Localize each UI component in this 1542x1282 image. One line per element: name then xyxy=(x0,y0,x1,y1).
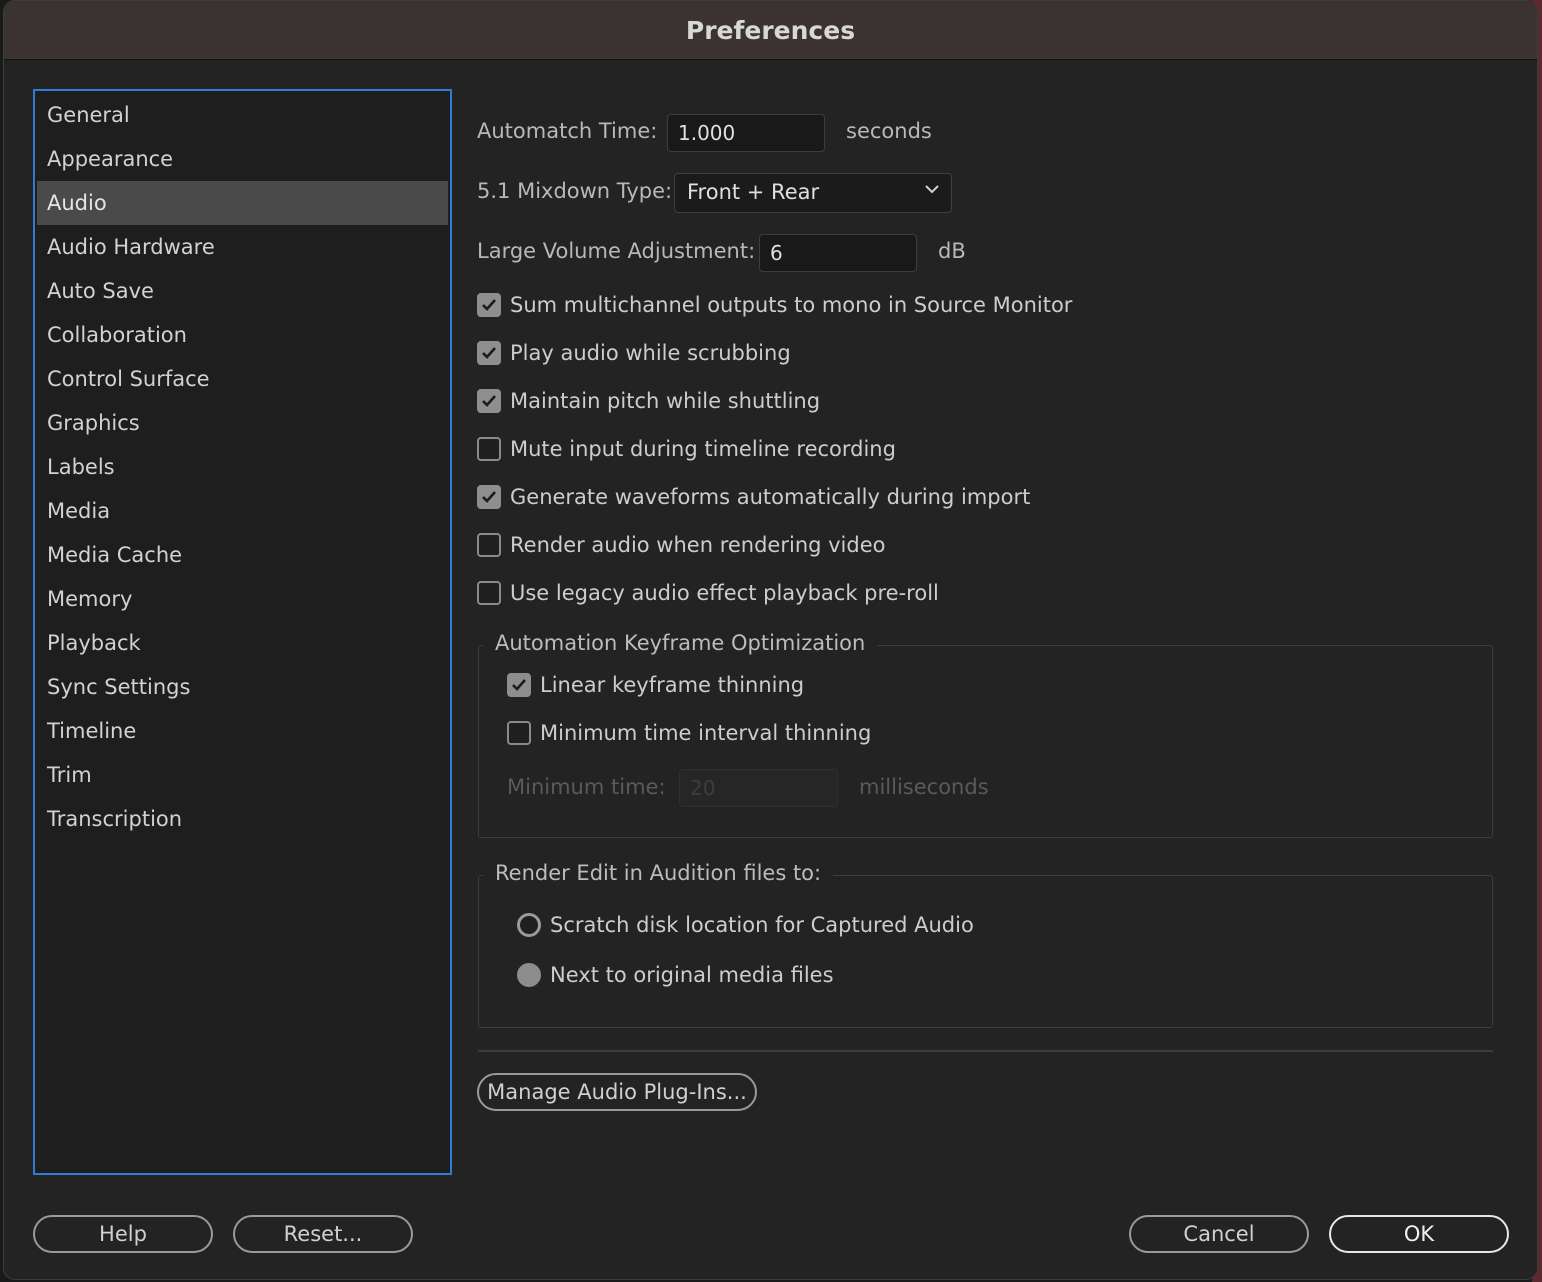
checkbox-legacy-preroll[interactable]: Use legacy audio effect playback pre-rol… xyxy=(477,581,939,605)
preferences-dialog: Preferences General Appearance Audio Aud… xyxy=(3,0,1538,1280)
keyframe-optimization-title: Automation Keyframe Optimization xyxy=(483,631,878,655)
sidebar-item-collaboration[interactable]: Collaboration xyxy=(37,313,448,357)
large-volume-field[interactable]: 6 xyxy=(759,234,917,272)
checkbox-label: Use legacy audio effect playback pre-rol… xyxy=(510,581,939,605)
large-volume-label: Large Volume Adjustment: xyxy=(477,239,756,263)
render-edit-title: Render Edit in Audition files to: xyxy=(483,861,834,885)
radio-button[interactable] xyxy=(517,963,541,987)
radio-label: Scratch disk location for Captured Audio xyxy=(550,913,974,937)
automatch-time-field[interactable]: 1.000 xyxy=(667,114,825,152)
cancel-button[interactable]: Cancel xyxy=(1129,1215,1309,1253)
sidebar-item-media[interactable]: Media xyxy=(37,489,448,533)
preferences-category-list[interactable]: General Appearance Audio Audio Hardware … xyxy=(33,89,452,1175)
sidebar-item-appearance[interactable]: Appearance xyxy=(37,137,448,181)
sidebar-item-timeline[interactable]: Timeline xyxy=(37,709,448,753)
checkmark-icon xyxy=(482,299,496,311)
checkbox-box[interactable] xyxy=(477,485,501,509)
checkbox-label: Linear keyframe thinning xyxy=(540,673,805,697)
minimum-time-field: 20 xyxy=(679,769,838,807)
checkmark-icon xyxy=(482,347,496,359)
sidebar-item-playback[interactable]: Playback xyxy=(37,621,448,665)
sidebar-item-audio[interactable]: Audio xyxy=(37,181,448,225)
radio-next-to-media[interactable]: Next to original media files xyxy=(517,963,834,987)
ok-button[interactable]: OK xyxy=(1329,1215,1509,1253)
checkbox-generate-waveforms[interactable]: Generate waveforms automatically during … xyxy=(477,485,1030,509)
dialog-title: Preferences xyxy=(4,1,1537,60)
manage-audio-plugins-button[interactable]: Manage Audio Plug-Ins... xyxy=(477,1073,757,1111)
checkbox-maintain-pitch[interactable]: Maintain pitch while shuttling xyxy=(477,389,820,413)
sidebar-item-memory[interactable]: Memory xyxy=(37,577,448,621)
checkbox-box[interactable] xyxy=(477,389,501,413)
checkbox-box[interactable] xyxy=(477,533,501,557)
help-button[interactable]: Help xyxy=(33,1215,213,1253)
checkbox-box[interactable] xyxy=(477,581,501,605)
checkmark-icon xyxy=(512,679,526,691)
checkbox-box[interactable] xyxy=(507,673,531,697)
sidebar-item-graphics[interactable]: Graphics xyxy=(37,401,448,445)
checkmark-icon xyxy=(482,395,496,407)
sidebar-item-control-surface[interactable]: Control Surface xyxy=(37,357,448,401)
checkbox-minimum-time-interval[interactable]: Minimum time interval thinning xyxy=(507,721,871,745)
checkbox-box[interactable] xyxy=(477,437,501,461)
radio-label: Next to original media files xyxy=(550,963,834,987)
checkbox-label: Generate waveforms automatically during … xyxy=(510,485,1031,509)
checkbox-linear-keyframe-thinning[interactable]: Linear keyframe thinning xyxy=(507,673,804,697)
chevron-down-icon xyxy=(925,185,939,194)
minimum-time-label: Minimum time: xyxy=(507,775,666,799)
minimum-time-unit: milliseconds xyxy=(859,775,989,799)
divider xyxy=(478,1050,1493,1052)
mixdown-type-select[interactable]: Front + Rear xyxy=(674,173,952,213)
checkbox-label: Maintain pitch while shuttling xyxy=(510,389,821,413)
sidebar-item-audio-hardware[interactable]: Audio Hardware xyxy=(37,225,448,269)
sidebar-item-labels[interactable]: Labels xyxy=(37,445,448,489)
checkbox-box[interactable] xyxy=(477,341,501,365)
checkbox-label: Render audio when rendering video xyxy=(510,533,886,557)
sidebar-item-sync-settings[interactable]: Sync Settings xyxy=(37,665,448,709)
checkbox-mute-input[interactable]: Mute input during timeline recording xyxy=(477,437,896,461)
checkbox-label: Mute input during timeline recording xyxy=(510,437,896,461)
checkbox-label: Minimum time interval thinning xyxy=(540,721,872,745)
sidebar-item-transcription[interactable]: Transcription xyxy=(37,797,448,841)
checkbox-label: Play audio while scrubbing xyxy=(510,341,791,365)
checkbox-label: Sum multichannel outputs to mono in Sour… xyxy=(510,293,1073,317)
checkbox-play-audio-scrubbing[interactable]: Play audio while scrubbing xyxy=(477,341,791,365)
sidebar-item-media-cache[interactable]: Media Cache xyxy=(37,533,448,577)
automatch-time-label: Automatch Time: xyxy=(477,119,658,143)
sidebar-item-general[interactable]: General xyxy=(37,93,448,137)
mixdown-type-value: Front + Rear xyxy=(687,180,820,204)
mixdown-type-label: 5.1 Mixdown Type: xyxy=(477,179,673,203)
radio-button[interactable] xyxy=(517,913,541,937)
checkbox-box[interactable] xyxy=(477,293,501,317)
checkbox-render-audio[interactable]: Render audio when rendering video xyxy=(477,533,886,557)
reset-button[interactable]: Reset... xyxy=(233,1215,413,1253)
automatch-time-unit: seconds xyxy=(846,119,932,143)
sidebar-item-trim[interactable]: Trim xyxy=(37,753,448,797)
render-edit-group xyxy=(478,875,1493,1028)
checkmark-icon xyxy=(482,491,496,503)
checkbox-sum-multichannel[interactable]: Sum multichannel outputs to mono in Sour… xyxy=(477,293,1072,317)
checkbox-box[interactable] xyxy=(507,721,531,745)
sidebar-item-auto-save[interactable]: Auto Save xyxy=(37,269,448,313)
large-volume-unit: dB xyxy=(938,239,966,263)
radio-scratch-disk[interactable]: Scratch disk location for Captured Audio xyxy=(517,913,974,937)
